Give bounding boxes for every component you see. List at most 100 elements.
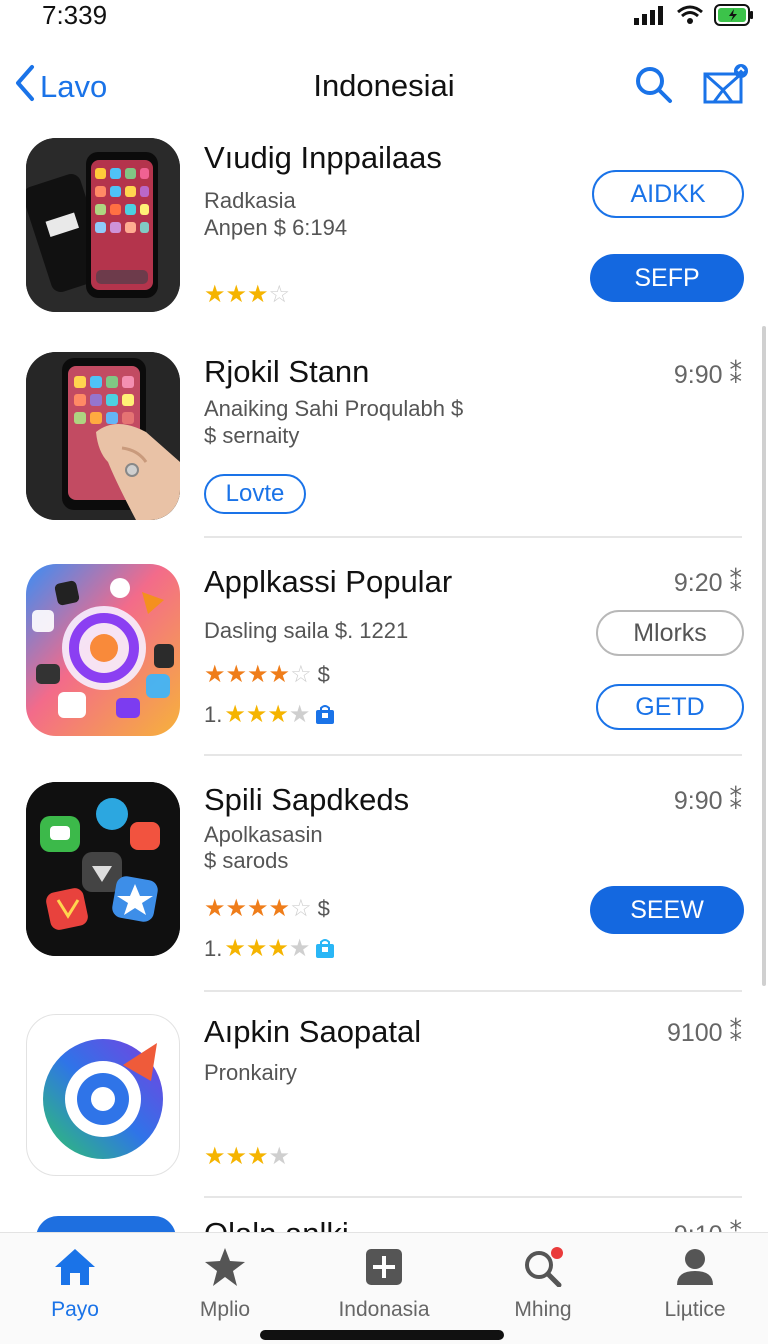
star-outline-icon: ☆: [290, 661, 312, 688]
star-icon: ★: [247, 661, 269, 688]
tab-label: Mplio: [199, 1298, 251, 1321]
app-name: Vıudig Inppailaas: [204, 140, 442, 175]
list-item[interactable]: Applkassi Popular 9:20 ⁑ Dasling saila $…: [0, 564, 768, 760]
star-icon: ★: [224, 935, 246, 962]
signal-icon: [634, 5, 666, 30]
app-name: Aıpkin Saopatal: [204, 1014, 422, 1049]
star-icon: ★: [288, 935, 311, 962]
bag-icon: [314, 938, 336, 960]
divider: [204, 536, 742, 538]
rating-number: 1.: [204, 935, 223, 961]
app-price: $ sernaity: [204, 423, 300, 448]
wifi-icon: [676, 5, 704, 30]
star-half-icon: ★: [268, 895, 291, 922]
battery-icon: [714, 4, 754, 31]
status-time: 7:339: [42, 0, 108, 30]
star-icon: ★: [225, 281, 248, 308]
app-subtitle: Dasling saila $. 1221: [204, 618, 409, 643]
app-icon-ring: [26, 1014, 180, 1176]
tab-bar: Payo Mplio Indonasia Mhing Liµtice: [0, 1232, 768, 1344]
tab-label: Indonasia: [338, 1298, 430, 1321]
search-icon[interactable]: [634, 65, 674, 105]
secondary-rating: 1. ★ ★ ★ ★: [204, 700, 336, 729]
app-icon-hand-phone: [26, 352, 180, 520]
star-icon: ★: [204, 895, 226, 922]
list-item[interactable]: Vıudig Inppailaas Radkasia Anpen $ 6:194…: [0, 138, 768, 334]
sefp-button[interactable]: SEFP: [590, 254, 744, 302]
star-icon: ★: [224, 701, 246, 728]
star-icon: ★: [267, 701, 289, 728]
star-tab-icon: [203, 1248, 247, 1291]
star-icon: ★: [267, 935, 289, 962]
app-time: 9100 ⁑: [666, 1019, 742, 1047]
rating-suffix: $: [317, 895, 330, 921]
app-time: 9:20 ⁑: [673, 569, 742, 597]
rating-number: 1.: [204, 701, 223, 727]
star-icon: ★: [225, 1143, 248, 1170]
tab-mhing[interactable]: Mhing: [468, 1247, 618, 1322]
app-subtitle: Anaiking Sahi Proqulabh $: [204, 396, 464, 421]
app-subtitle: Radkasia: [204, 188, 296, 213]
nav-actions: [634, 62, 748, 108]
tab-payo[interactable]: Payo: [0, 1247, 150, 1322]
tab-label: Mhing: [514, 1298, 572, 1321]
search-tab-icon: [521, 1247, 565, 1291]
app-subtitle: Pronkairy: [204, 1060, 297, 1085]
star-icon: ★: [245, 935, 268, 962]
divider: [204, 990, 742, 992]
divider: [204, 1196, 742, 1198]
star-icon: ★: [245, 701, 268, 728]
list-item[interactable]: Spili Sapdkeds 9:90 ⁑ Apolkasasin $ saro…: [0, 782, 768, 978]
tab-label: Payo: [51, 1298, 99, 1321]
list-item[interactable]: Aıpkin Saopatal 9100 ⁑ Pronkairy ★ ★ ★ ★: [0, 1014, 768, 1194]
star-icon: ★: [225, 895, 248, 922]
app-time: 9:90 ⁑: [673, 361, 742, 389]
star-rating: ★ ★ ★ ★ ☆ $: [204, 894, 330, 923]
tab-indonasia[interactable]: Indonasia: [309, 1247, 459, 1322]
star-rating: ★ ★ ★ ★ ☆ $: [204, 660, 330, 689]
app-icon-colorful: [26, 564, 180, 736]
app-subtitle: Apolkasasin: [204, 822, 323, 847]
home-icon: [53, 1249, 97, 1291]
app-price: $ sarods: [204, 848, 289, 873]
getd-button[interactable]: GETD: [596, 684, 744, 730]
star-icon: ★: [204, 1143, 226, 1170]
bag-icon: [314, 704, 336, 726]
star-half-icon: ★: [268, 661, 291, 688]
lovte-chip[interactable]: Lovte: [204, 474, 306, 514]
app-name: Applkassi Popular: [204, 564, 453, 599]
star-icon: ★: [204, 661, 226, 688]
divider: [204, 754, 742, 756]
star-icon: ★: [268, 1143, 291, 1170]
star-outline-icon: ☆: [290, 895, 312, 922]
aidkk-button[interactable]: AIDKK: [592, 170, 744, 218]
tab-mplio[interactable]: Mplio: [150, 1247, 300, 1322]
nav-bar: Lavo Indonesiai: [0, 50, 768, 126]
star-outline-icon: ☆: [268, 281, 291, 308]
status-bar: 7:339: [0, 0, 768, 40]
star-rating: ★ ★ ★ ☆: [204, 280, 290, 309]
plus-square-icon: [364, 1249, 404, 1291]
rating-suffix: $: [317, 661, 330, 687]
app-name: Spili Sapdkeds: [204, 782, 410, 817]
tab-liutice[interactable]: Liµtice: [620, 1247, 768, 1322]
star-icon: ★: [288, 701, 311, 728]
star-icon: ★: [247, 281, 269, 308]
app-icon-phone: [26, 138, 180, 312]
person-icon: [673, 1249, 717, 1291]
secondary-rating: 1. ★ ★ ★ ★: [204, 934, 336, 963]
seew-button[interactable]: SEEW: [590, 886, 744, 934]
mlorks-button[interactable]: Mlorks: [596, 610, 744, 656]
star-icon: ★: [225, 661, 248, 688]
star-icon: ★: [247, 895, 269, 922]
star-icon: ★: [204, 281, 226, 308]
app-icon-dark-apps: [26, 782, 180, 956]
mail-icon[interactable]: [702, 62, 748, 108]
star-rating: ★ ★ ★ ★: [204, 1142, 290, 1171]
list-item[interactable]: Rjokil Stann 9:90 ⁑ Anaiking Sahi Proqul…: [0, 352, 768, 538]
star-icon: ★: [247, 1143, 269, 1170]
scrollbar[interactable]: [762, 326, 766, 986]
app-name: Rjokil Stann: [204, 354, 370, 389]
tab-label: Liµtice: [664, 1298, 726, 1321]
app-price: Anpen $ 6:194: [204, 215, 348, 240]
